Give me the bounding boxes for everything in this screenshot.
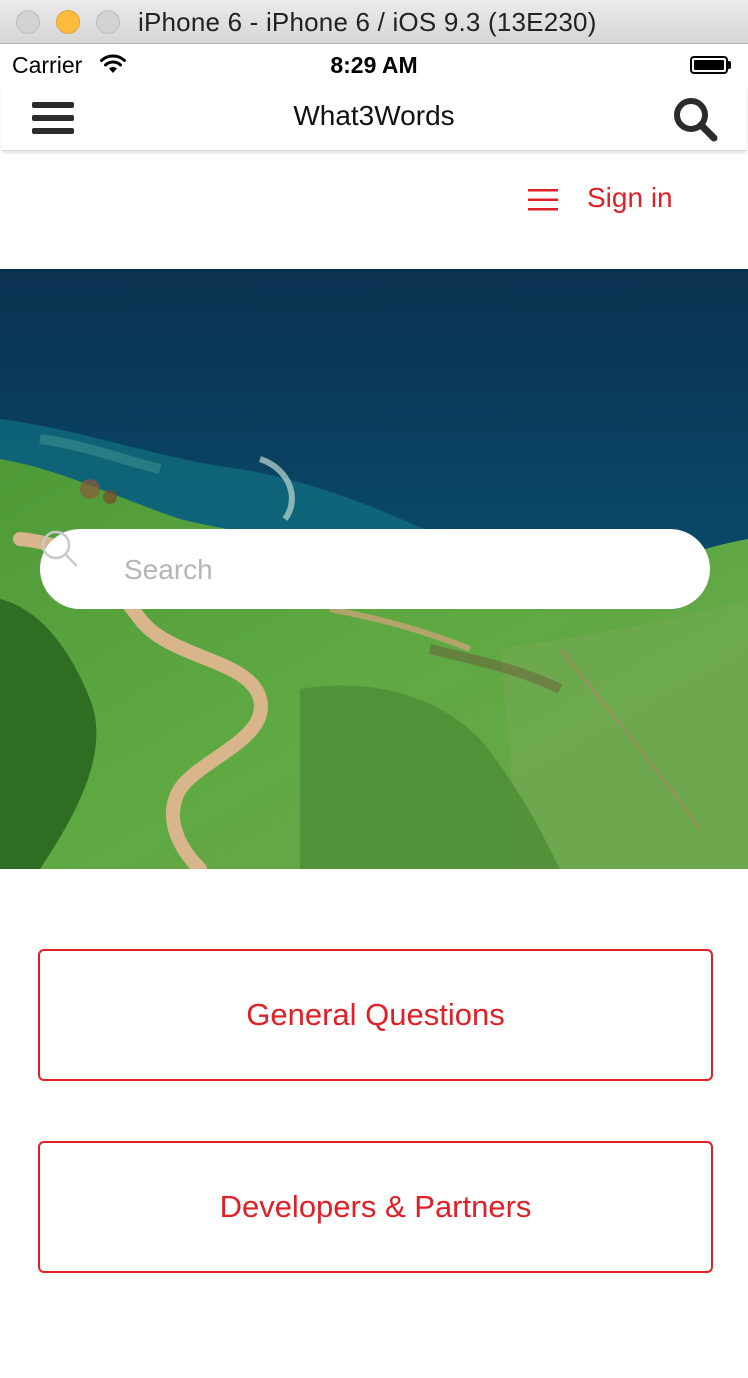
developers-partners-button[interactable]: Developers & Partners (38, 1141, 713, 1273)
general-questions-button[interactable]: General Questions (38, 949, 713, 1081)
window-title: iPhone 6 - iPhone 6 / iOS 9.3 (13E230) (138, 7, 597, 37)
site-menu-icon[interactable] (528, 186, 560, 214)
search-icon[interactable] (670, 94, 720, 144)
search-input[interactable] (122, 545, 686, 595)
nav-title: What3Words (293, 100, 455, 131)
sign-in-link[interactable]: Sign in (587, 182, 673, 214)
hero-image (0, 269, 748, 869)
general-questions-label: General Questions (246, 997, 505, 1032)
status-time: 8:29 AM (330, 52, 418, 78)
hero-search-box[interactable] (40, 529, 710, 609)
window-minimize-button[interactable] (56, 10, 80, 34)
window-zoom-button[interactable] (96, 10, 120, 34)
simulator-title-bar: iPhone 6 - iPhone 6 / iOS 9.3 (13E230) (0, 0, 748, 44)
developers-partners-label: Developers & Partners (219, 1189, 532, 1224)
status-bar: Carrier 8:29 AM (0, 44, 748, 86)
navigation-bar: What3Words (2, 86, 746, 151)
search-icon (41, 530, 78, 567)
battery-icon (690, 56, 732, 74)
window-close-button[interactable] (16, 10, 40, 34)
